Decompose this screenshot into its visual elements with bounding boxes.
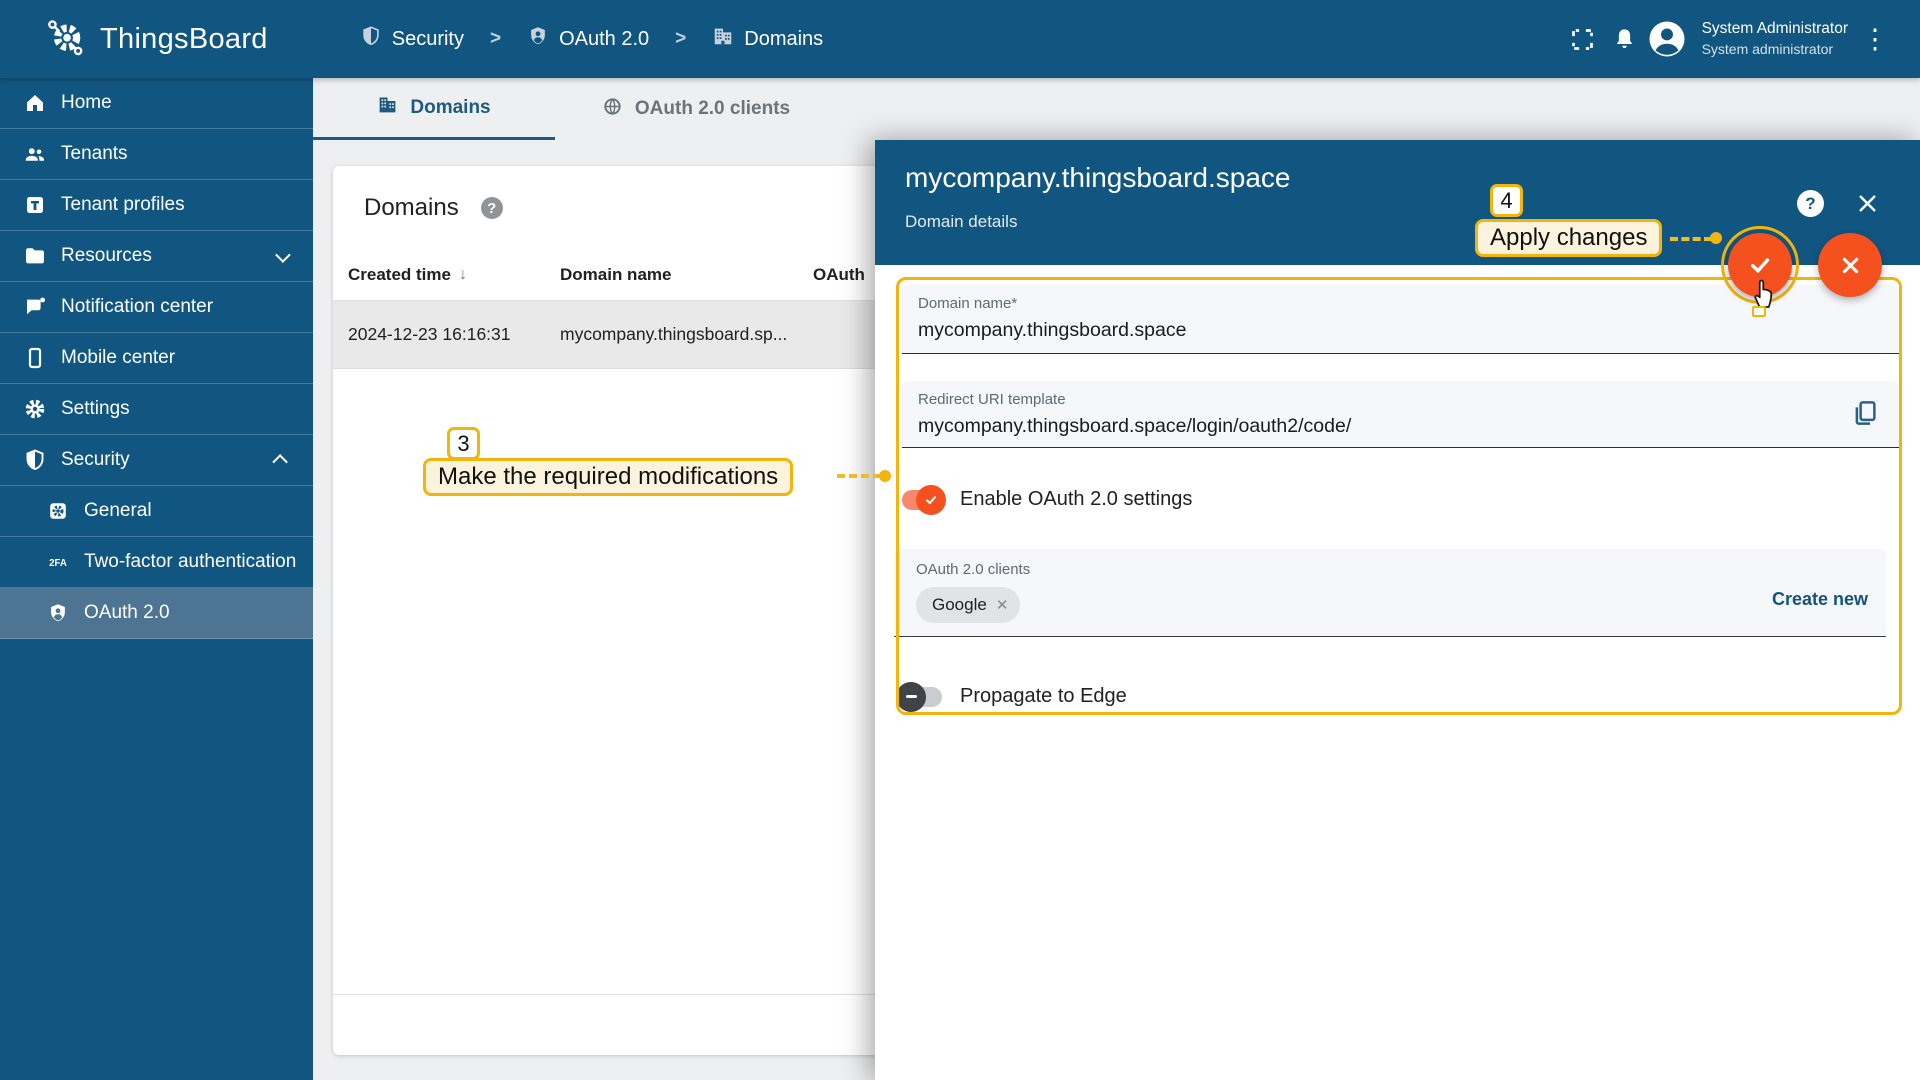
domain-name-label: Domain name* — [918, 295, 1018, 312]
tab-domains[interactable]: Domains — [313, 78, 555, 140]
step3-callout-label: Make the required modifications — [423, 458, 794, 496]
sidebar-item-security[interactable]: Security — [0, 435, 313, 486]
oauth-clients-label: OAuth 2.0 clients — [916, 561, 1031, 578]
oauth-shield-person-icon — [46, 601, 70, 625]
column-domain-name[interactable]: Domain name — [560, 265, 813, 285]
cell-created-time: 2024-12-23 16:16:31 — [348, 324, 511, 344]
notification-message-icon — [22, 294, 48, 320]
sidebar-item-tenants[interactable]: Tenants — [0, 129, 313, 180]
panel-title: mycompany.thingsboard.space — [905, 162, 1291, 193]
home-icon — [22, 90, 48, 116]
chevron-up-icon — [272, 453, 288, 470]
redirect-uri-field[interactable]: Redirect URI template — [902, 381, 1899, 448]
app-title: ThingsBoard — [100, 22, 268, 55]
user-info: System Administrator System administrato… — [1702, 19, 1848, 59]
svg-text:2FA: 2FA — [49, 558, 67, 569]
toggle-on-thumb — [916, 484, 946, 515]
thingsboard-gear-logo-icon — [44, 15, 88, 64]
copy-icon[interactable] — [1850, 398, 1880, 428]
chip-remove-icon[interactable]: ✕ — [996, 596, 1009, 614]
breadcrumb-separator: > — [675, 28, 687, 49]
enable-oauth-label: Enable OAuth 2.0 settings — [960, 488, 1193, 510]
panel-subtitle: Domain details — [905, 212, 1018, 231]
apply-changes-button[interactable] — [1728, 233, 1792, 297]
thingsboard-app: ThingsBoard Security > OAuth 2.0 > Domai… — [0, 0, 1920, 1080]
table-title: Domains — [364, 194, 459, 221]
column-created-time[interactable]: Created time ↓ — [333, 265, 560, 285]
app-logo[interactable]: ThingsBoard — [44, 15, 268, 64]
sidebar-item-home[interactable]: Home — [0, 78, 313, 129]
step3-connector-dot — [879, 470, 891, 482]
sort-desc-arrow-icon: ↓ — [458, 266, 467, 283]
chevron-down-icon — [275, 246, 291, 263]
step4-callout-label: Apply changes — [1475, 219, 1663, 257]
sidebar-item-two-factor-auth[interactable]: 2FA Two-factor authentication — [0, 537, 313, 588]
sidebar: Home Tenants Tenant profiles Resources N… — [0, 78, 313, 1080]
cell-domain-name: mycompany.thingsboard.sp... — [560, 324, 788, 344]
user-avatar[interactable] — [1646, 18, 1688, 60]
globe-icon — [602, 96, 623, 123]
domain-building-icon — [377, 94, 398, 121]
people-icon — [22, 141, 48, 167]
sidebar-item-security-general[interactable]: General — [0, 486, 313, 537]
step4-number-badge: 4 — [1490, 184, 1523, 217]
propagate-edge-toggle[interactable] — [896, 681, 942, 712]
step3-connector-line — [837, 474, 881, 478]
domain-name-input[interactable] — [918, 319, 1838, 342]
tab-oauth-clients[interactable]: OAuth 2.0 clients — [555, 78, 837, 140]
toggle-off-thumb — [896, 681, 926, 712]
gear-icon — [22, 396, 48, 422]
tenant-profile-icon — [22, 192, 48, 218]
general-settings-icon — [46, 499, 70, 523]
step4-connector-line — [1670, 237, 1712, 241]
enable-oauth-toggle[interactable] — [902, 484, 946, 515]
kebab-menu-icon[interactable]: ⋮ — [1858, 24, 1892, 55]
oauth-shield-person-icon — [527, 25, 549, 53]
domain-building-icon — [712, 25, 734, 53]
top-bar: ThingsBoard Security > OAuth 2.0 > Domai… — [0, 0, 1920, 78]
breadcrumb-domains[interactable]: Domains — [712, 25, 823, 53]
breadcrumb-oauth[interactable]: OAuth 2.0 — [527, 25, 649, 53]
propagate-edge-toggle-row: Propagate to Edge — [896, 681, 1127, 712]
help-icon[interactable]: ? — [480, 197, 503, 219]
step4-connector-dot — [1710, 232, 1722, 244]
sidebar-item-tenant-profiles[interactable]: Tenant profiles — [0, 180, 313, 231]
propagate-edge-label: Propagate to Edge — [960, 685, 1127, 707]
cancel-changes-button[interactable] — [1818, 233, 1882, 297]
breadcrumb: Security > OAuth 2.0 > Domains — [360, 25, 823, 53]
breadcrumb-security[interactable]: Security — [360, 25, 464, 53]
topbar-actions: System Administrator System administrato… — [1562, 18, 1892, 60]
redirect-uri-label: Redirect URI template — [918, 391, 1066, 408]
user-name: System Administrator — [1701, 20, 1848, 37]
shield-icon — [360, 25, 382, 53]
oauth-clients-field: OAuth 2.0 clients Google ✕ Create new — [894, 549, 1886, 637]
mobile-phone-icon — [22, 345, 48, 371]
tab-strip: Domains OAuth 2.0 clients — [313, 78, 1920, 140]
close-icon[interactable] — [1854, 190, 1881, 217]
fullscreen-icon[interactable] — [1562, 18, 1604, 60]
folder-icon — [22, 243, 48, 269]
client-chip-google[interactable]: Google ✕ — [916, 587, 1021, 623]
redirect-uri-input[interactable] — [918, 415, 1838, 438]
enable-oauth-toggle-row: Enable OAuth 2.0 settings — [902, 484, 1193, 515]
create-new-link[interactable]: Create new — [1772, 589, 1868, 610]
2fa-icon: 2FA — [46, 550, 70, 574]
sidebar-item-notification-center[interactable]: Notification center — [0, 282, 313, 333]
breadcrumb-separator: > — [489, 28, 502, 49]
notifications-bell-icon[interactable] — [1604, 18, 1646, 60]
panel-help-icon[interactable]: ? — [1797, 190, 1824, 217]
step3-number-badge: 3 — [447, 427, 480, 460]
user-role: System administrator — [1701, 41, 1834, 57]
security-shield-icon — [22, 447, 48, 473]
sidebar-item-resources[interactable]: Resources — [0, 231, 313, 282]
sidebar-item-oauth[interactable]: OAuth 2.0 — [0, 588, 313, 639]
sidebar-item-settings[interactable]: Settings — [0, 384, 313, 435]
sidebar-item-mobile-center[interactable]: Mobile center — [0, 333, 313, 384]
